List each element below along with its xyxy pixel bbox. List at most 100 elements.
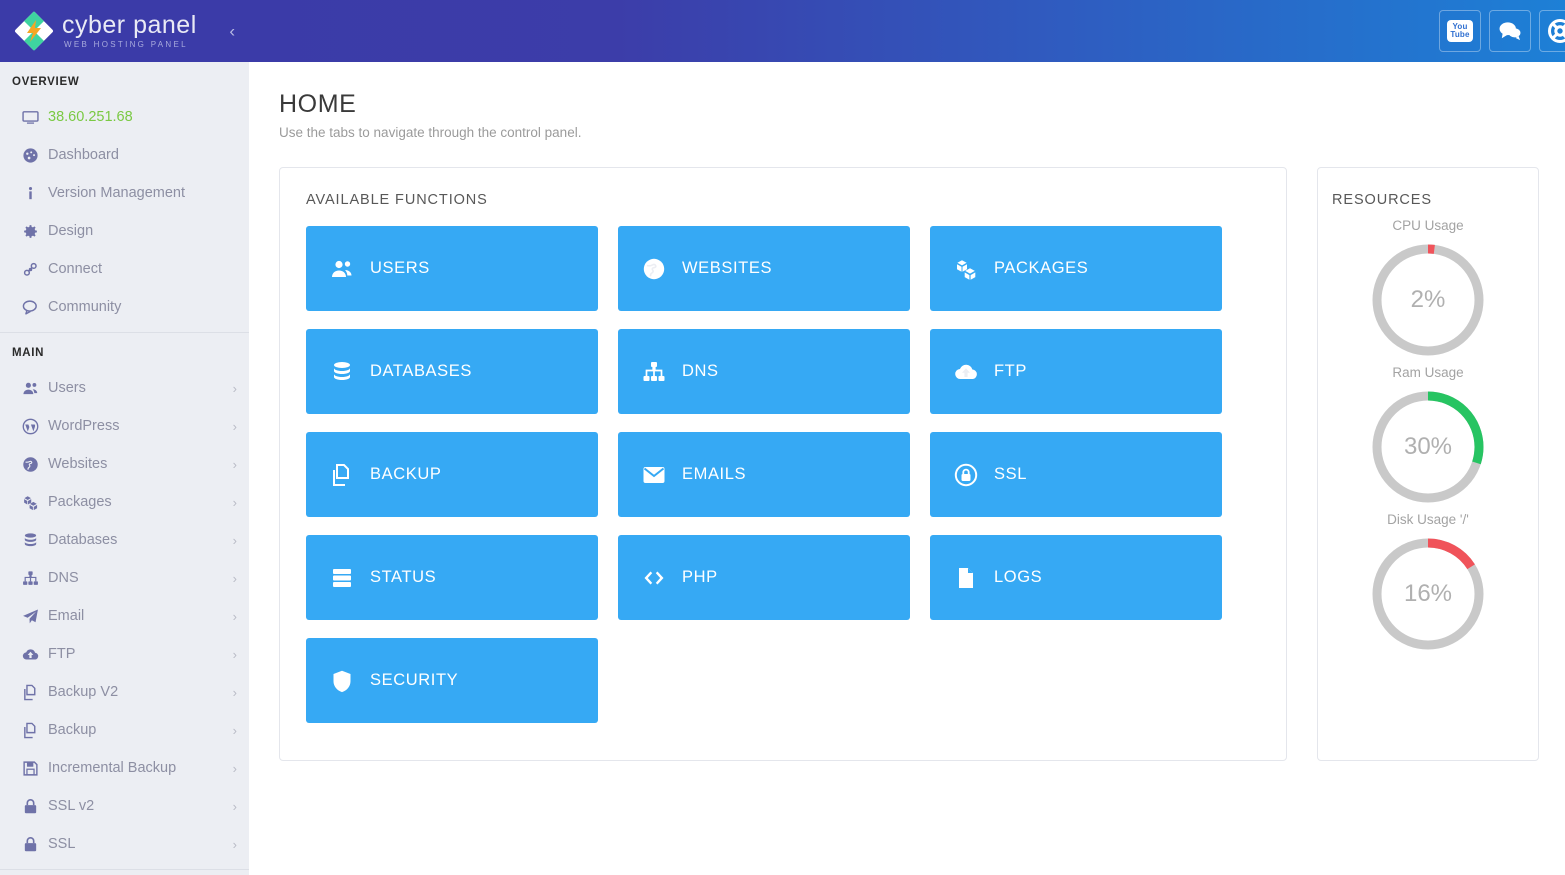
sidebar-item-label: Databases — [48, 532, 118, 548]
function-tile-databases[interactable]: DATABASES — [306, 329, 598, 414]
chevron-right-icon: › — [232, 418, 237, 434]
sidebar-item-label: SSL — [48, 836, 76, 852]
comments-icon — [1499, 22, 1521, 41]
sitemap-icon — [642, 360, 682, 384]
sidebar-item-label: Version Management — [48, 185, 186, 201]
sidebar-item-websites[interactable]: Websites › — [0, 445, 249, 483]
function-tile-label: SSL — [994, 465, 1027, 483]
chevron-right-icon: › — [232, 646, 237, 662]
chevron-right-icon: › — [232, 570, 237, 586]
sidebar-item-users[interactable]: Users › — [0, 369, 249, 407]
function-tile-security[interactable]: SECURITY — [306, 638, 598, 723]
chevron-right-icon: › — [232, 684, 237, 700]
function-tile-users[interactable]: USERS — [306, 226, 598, 311]
function-tile-status[interactable]: STATUS — [306, 535, 598, 620]
lock-circle-icon — [954, 463, 994, 487]
info-icon — [22, 185, 48, 202]
sidebar-item-ftp[interactable]: FTP › — [0, 635, 249, 673]
sidebar-item-version-management[interactable]: Version Management — [0, 174, 249, 212]
function-tile-dns[interactable]: DNS — [618, 329, 910, 414]
resources-title: RESOURCES — [1332, 192, 1432, 208]
chevron-right-icon: › — [232, 456, 237, 472]
function-tile-label: STATUS — [370, 568, 437, 586]
globe-icon — [22, 456, 48, 473]
available-functions-title: AVAILABLE FUNCTIONS — [306, 192, 488, 208]
sidebar: cyber panel WEB HOSTING PANEL ‹ OVERVIEW… — [0, 0, 249, 875]
sidebar-item-38-60-251-68[interactable]: 38.60.251.68 — [0, 98, 249, 136]
sidebar-item-incremental-backup[interactable]: Incremental Backup › — [0, 749, 249, 787]
sidebar-item-label: DNS — [48, 570, 79, 586]
lifebuoy-icon — [1548, 19, 1565, 43]
sidebar-item-backup[interactable]: Backup › — [0, 711, 249, 749]
lock-icon — [22, 836, 48, 853]
function-tile-label: USERS — [370, 259, 430, 277]
users-icon — [330, 257, 370, 281]
sidebar-collapse-button[interactable]: ‹ — [229, 23, 235, 40]
sidebar-item-design[interactable]: Design — [0, 212, 249, 250]
function-tile-php[interactable]: PHP — [618, 535, 910, 620]
chevron-right-icon: › — [232, 798, 237, 814]
chevron-right-icon: › — [232, 722, 237, 738]
function-tile-emails[interactable]: EMAILS — [618, 432, 910, 517]
sidebar-item-dns[interactable]: DNS › — [0, 559, 249, 597]
function-tile-label: LOGS — [994, 568, 1043, 586]
support-button[interactable] — [1539, 10, 1565, 52]
paper-plane-icon — [22, 608, 48, 625]
sidebar-item-label: Community — [48, 299, 122, 315]
sidebar-item-wordpress[interactable]: WordPress › — [0, 407, 249, 445]
sidebar-item-ssl[interactable]: SSL › — [0, 825, 249, 863]
gauge-dial: 2% — [1367, 239, 1489, 361]
sidebar-item-dashboard[interactable]: Dashboard — [0, 136, 249, 174]
sidebar-item-packages[interactable]: Packages › — [0, 483, 249, 521]
packages-icon — [22, 494, 48, 511]
function-tile-logs[interactable]: LOGS — [930, 535, 1222, 620]
envelope-icon — [642, 463, 682, 487]
sitemap-icon — [22, 570, 48, 587]
database-icon — [330, 360, 370, 384]
gauge-value: 16% — [1403, 580, 1453, 607]
gauge-disk-usage-: Disk Usage '/' 16% — [1332, 512, 1524, 655]
gauge-value: 2% — [1410, 286, 1446, 313]
topbar-actions: You Tube — [1439, 10, 1565, 52]
sidebar-item-label: 38.60.251.68 — [48, 109, 133, 125]
sidebar-item-label: Packages — [48, 494, 112, 510]
function-tile-label: EMAILS — [682, 465, 747, 483]
chevron-right-icon: › — [232, 760, 237, 776]
chevron-right-icon: › — [232, 532, 237, 548]
function-tile-ssl[interactable]: SSL — [930, 432, 1222, 517]
sidebar-item-label: WordPress — [48, 418, 120, 434]
sidebar-item-label: Connect — [48, 261, 103, 277]
sidebar-nav: OVERVIEW 38.60.251.68 Dashboard Version Man… — [0, 62, 249, 875]
sidebar-item-databases[interactable]: Databases › — [0, 521, 249, 559]
sidebar-item-connect[interactable]: Connect — [0, 250, 249, 288]
sidebar-item-email[interactable]: Email › — [0, 597, 249, 635]
chat-button[interactable] — [1489, 10, 1531, 52]
save-icon — [22, 760, 48, 777]
copy-icon — [22, 684, 48, 701]
available-functions-card: AVAILABLE FUNCTIONS USERS WEBSITES PACKAGE… — [279, 167, 1287, 761]
function-tile-grid: USERS WEBSITES PACKAGES DATABASES DNS FTP BACK… — [306, 226, 1260, 723]
content-area: AVAILABLE FUNCTIONS USERS WEBSITES PACKAGE… — [249, 140, 1565, 761]
copy-icon — [330, 463, 370, 487]
sidebar-item-ssl-v2[interactable]: SSL v2 › — [0, 787, 249, 825]
sidebar-item-label: Design — [48, 223, 94, 239]
gauge-value: 30% — [1403, 433, 1453, 460]
sidebar-item-backup-v2[interactable]: Backup V2 › — [0, 673, 249, 711]
cyberpanel-app: cyber panel WEB HOSTING PANEL ‹ OVERVIEW… — [0, 0, 1565, 875]
gear-icon — [22, 223, 48, 240]
sidebar-item-label: SSL v2 — [48, 798, 95, 814]
youtube-button[interactable]: You Tube — [1439, 10, 1481, 52]
globe-icon — [642, 257, 682, 281]
lock-icon — [22, 798, 48, 815]
sidebar-item-community[interactable]: Community — [0, 288, 249, 326]
function-tile-packages[interactable]: PACKAGES — [930, 226, 1222, 311]
gauge-label: CPU Usage — [1392, 218, 1464, 233]
function-tile-ftp[interactable]: FTP — [930, 329, 1222, 414]
function-tile-websites[interactable]: WEBSITES — [618, 226, 910, 311]
brand-header: cyber panel WEB HOSTING PANEL ‹ — [0, 0, 249, 62]
link-icon — [22, 261, 48, 278]
function-tile-label: FTP — [994, 362, 1027, 380]
file-icon — [954, 566, 994, 590]
function-tile-label: WEBSITES — [682, 259, 773, 277]
function-tile-backup[interactable]: BACKUP — [306, 432, 598, 517]
